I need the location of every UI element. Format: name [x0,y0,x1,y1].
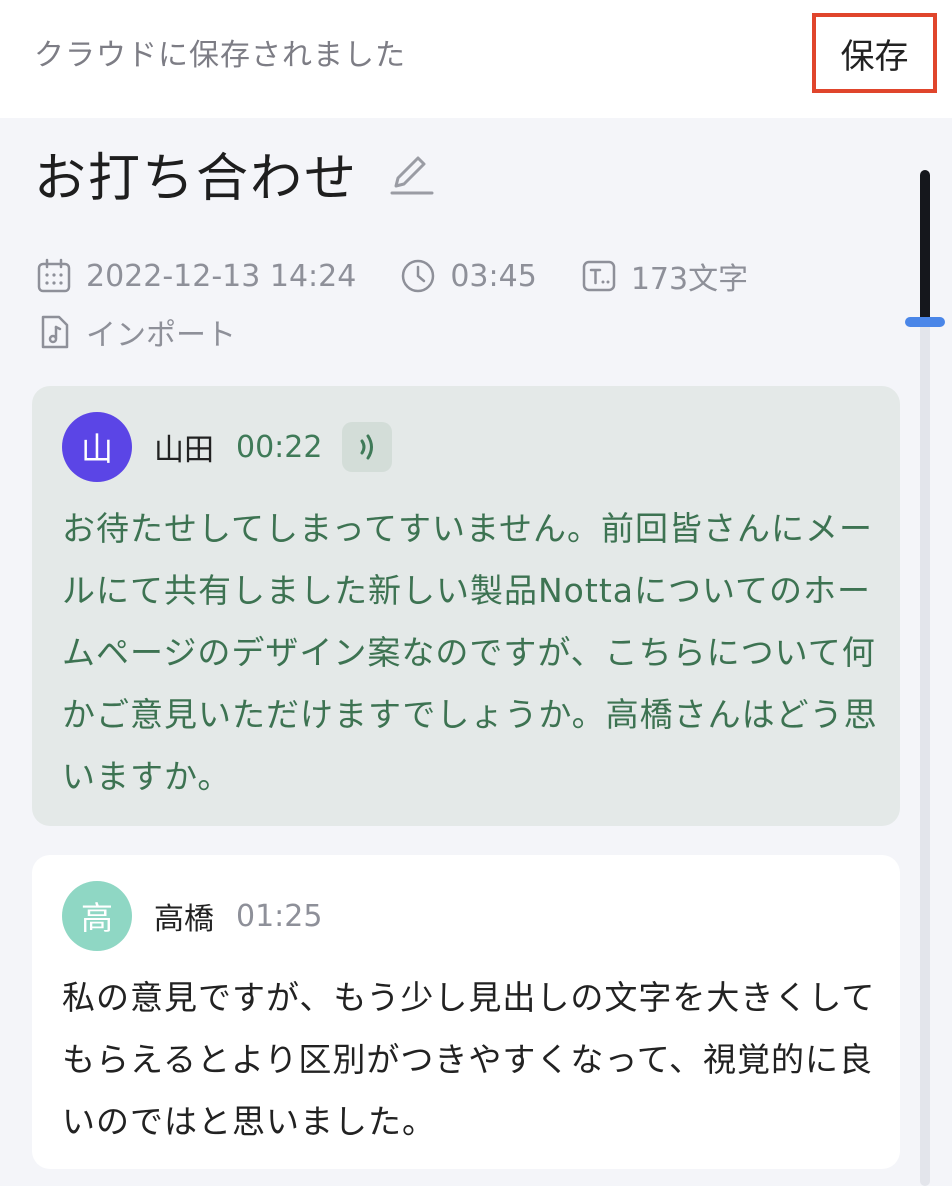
transcript-segment[interactable]: 山 山田 00:22 お待たせしてしまってすいません。前回皆さんにメールにて共有… [32,386,900,826]
segment-text[interactable]: お待たせしてしまってすいません。前回皆さんにメールにて共有しました新しい製品No… [62,498,882,808]
playing-indicator[interactable] [342,422,393,472]
meta-row-1: 2022-12-13 14:24 03:45 173文字 [36,254,792,298]
note-title[interactable]: お打ち合わせ [34,136,358,211]
transcript-segment[interactable]: 高 高橋 01:25 私の意見ですが、もう少し見出しの文字を大きくしてもらえると… [32,855,900,1169]
meta-source: インポート [36,310,236,354]
segment-text[interactable]: 私の意見ですが、もう少し見出しの文字を大きくしてもらえるとより区別がつきやすくな… [62,967,882,1153]
meta-row-2: インポート [36,310,280,354]
save-button[interactable]: 保存 [812,13,937,93]
speaker-name[interactable]: 高橋 [154,894,214,938]
meta-duration-text: 03:45 [450,258,537,294]
clock-icon [402,259,435,293]
avatar: 高 [62,881,132,951]
meta-date-text: 2022-12-13 14:24 [86,258,357,294]
audio-file-icon [41,315,69,349]
scrollbar-thumb[interactable] [920,170,930,322]
cloud-save-status: クラウドに保存されました [34,38,406,73]
meta-date: 2022-12-13 14:24 [36,258,356,294]
segment-header: 山 山田 00:22 [62,411,393,483]
meta-char-count-text: 173文字 [630,262,749,297]
title-row: お打ち合わせ [34,136,436,211]
segment-header: 高 高橋 01:25 [62,880,322,952]
speaker-name[interactable]: 山田 [154,425,214,469]
top-bar: クラウドに保存されました 保存 [0,0,952,118]
edit-pencil-icon[interactable] [386,148,436,198]
meta-duration: 03:45 [400,258,537,294]
scroll-position-handle[interactable] [905,317,945,327]
segment-timestamp[interactable]: 00:22 [236,430,322,465]
meta-char-count: 173文字 [581,254,748,298]
meta-source-text: インポート [86,318,236,353]
avatar: 山 [62,412,132,482]
text-count-icon [582,260,616,292]
sound-wave-icon [360,434,374,460]
calendar-icon [37,258,71,293]
segment-timestamp[interactable]: 01:25 [236,899,322,934]
